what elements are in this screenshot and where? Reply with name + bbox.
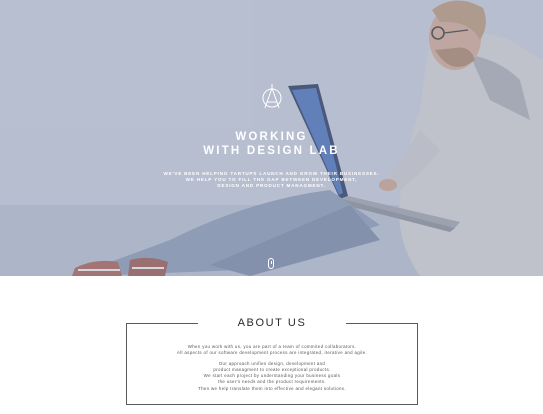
about-frame-top-right [346, 323, 418, 324]
about-frame-top-left [126, 323, 198, 324]
about-paragraph: When you work with us, you are part of a… [126, 344, 418, 356]
hero-title-line: WORKING [235, 131, 308, 143]
about-line: All aspects of our software development … [176, 350, 368, 356]
hero-title: WORKING WITH DESIGN LAB [0, 130, 543, 158]
about-body: When you work with us, you are part of a… [126, 344, 418, 392]
hero-section: WORKING WITH DESIGN LAB WE'VE BEEN HELPI… [0, 0, 543, 276]
hero-subtitle: WE'VE BEEN HELPING TARTUPS LAUNCH AND GR… [0, 171, 543, 190]
landing-page: WORKING WITH DESIGN LAB WE'VE BEEN HELPI… [0, 0, 543, 414]
about-paragraph: Our approach unifies design, development… [126, 361, 418, 391]
hero-subtitle-line: DESIGN AND PRODUCT MANAGMENT. [217, 183, 326, 189]
design-lab-logo-icon [262, 84, 281, 109]
hero-title-line: WITH DESIGN LAB [203, 145, 340, 157]
about-line: Then we help translate them into effecti… [198, 385, 346, 391]
mouse-scroll-icon[interactable] [268, 258, 274, 269]
hero-content: WORKING WITH DESIGN LAB WE'VE BEEN HELPI… [0, 84, 543, 190]
about-title: ABOUT US [237, 317, 307, 329]
